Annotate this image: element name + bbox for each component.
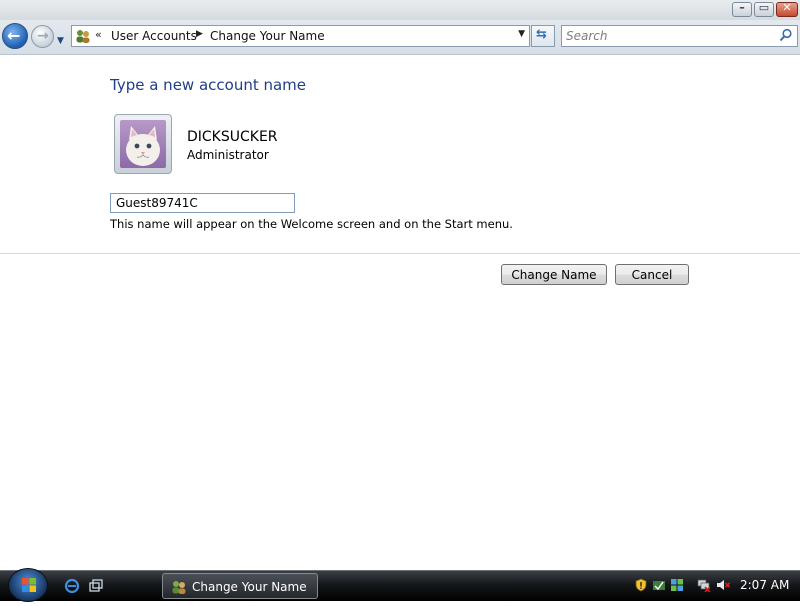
- avatar: [114, 114, 172, 174]
- refresh-icon: ⇆: [536, 27, 547, 42]
- breadcrumb-change-your-name[interactable]: Change Your Name: [210, 29, 325, 43]
- new-account-name-input[interactable]: [110, 193, 295, 213]
- start-button[interactable]: [8, 568, 48, 602]
- maximize-button[interactable]: ▭: [754, 1, 774, 17]
- user-picture: [120, 120, 166, 168]
- cat-picture-icon: [126, 126, 160, 166]
- address-bar[interactable]: « User Accounts ▶ Change Your Name ▼: [71, 25, 530, 47]
- close-button[interactable]: ✕: [776, 1, 798, 17]
- change-name-button[interactable]: Change Name: [501, 264, 607, 285]
- search-box[interactable]: [561, 25, 798, 47]
- name-hint-text: This name will appear on the Welcome scr…: [110, 217, 513, 231]
- control-panel-window: – ▭ ✕ ← → ▼ « User Accounts ▶ Change You…: [0, 0, 800, 570]
- page-title: Type a new account name: [110, 76, 307, 94]
- minimize-button[interactable]: –: [732, 1, 752, 17]
- maximize-icon: ▭: [758, 1, 770, 14]
- minimize-icon: –: [739, 1, 745, 14]
- internet-explorer-icon[interactable]: [64, 578, 80, 594]
- forward-button[interactable]: →: [31, 25, 54, 48]
- divider: [0, 253, 800, 254]
- back-arrow-icon: ←: [7, 26, 21, 45]
- breadcrumb-separator-icon[interactable]: ▶: [196, 29, 203, 39]
- breadcrumb-overflow[interactable]: «: [95, 28, 102, 41]
- chevron-down-icon: ▼: [57, 36, 64, 46]
- title-bar: – ▭ ✕: [0, 0, 800, 20]
- forward-arrow-icon: →: [37, 28, 49, 44]
- user-accounts-icon: [172, 581, 186, 594]
- volume-muted-icon[interactable]: [716, 578, 730, 592]
- security-shield-icon[interactable]: [634, 578, 648, 592]
- user-accounts-icon: [76, 30, 90, 43]
- navigation-bar: ← → ▼ « User Accounts ▶ Change Your Name…: [0, 20, 800, 55]
- back-button[interactable]: ←: [2, 23, 28, 49]
- cancel-button[interactable]: Cancel: [615, 264, 689, 285]
- account-name: DICKSUCKER: [187, 129, 278, 145]
- windows-defender-icon[interactable]: [652, 578, 666, 592]
- windows-logo-icon: [22, 578, 36, 592]
- address-dropdown-icon[interactable]: ▼: [518, 29, 525, 39]
- taskbar-button-label: Change Your Name: [192, 580, 307, 594]
- switch-windows-icon[interactable]: [88, 578, 104, 594]
- taskbar: Change Your Name 2:07 AM: [0, 568, 800, 602]
- clock[interactable]: 2:07 AM: [740, 578, 789, 592]
- refresh-button[interactable]: ⇆: [531, 25, 555, 47]
- account-type: Administrator: [187, 148, 269, 162]
- search-icon[interactable]: [779, 28, 793, 42]
- search-input[interactable]: [566, 28, 766, 44]
- recent-pages-button[interactable]: ▼: [57, 32, 67, 46]
- close-icon: ✕: [782, 1, 792, 14]
- network-disconnected-icon[interactable]: [697, 578, 711, 592]
- breadcrumb-user-accounts[interactable]: User Accounts: [111, 29, 197, 43]
- sidebar-icon[interactable]: [670, 578, 684, 592]
- taskbar-button-change-your-name[interactable]: Change Your Name: [162, 573, 318, 599]
